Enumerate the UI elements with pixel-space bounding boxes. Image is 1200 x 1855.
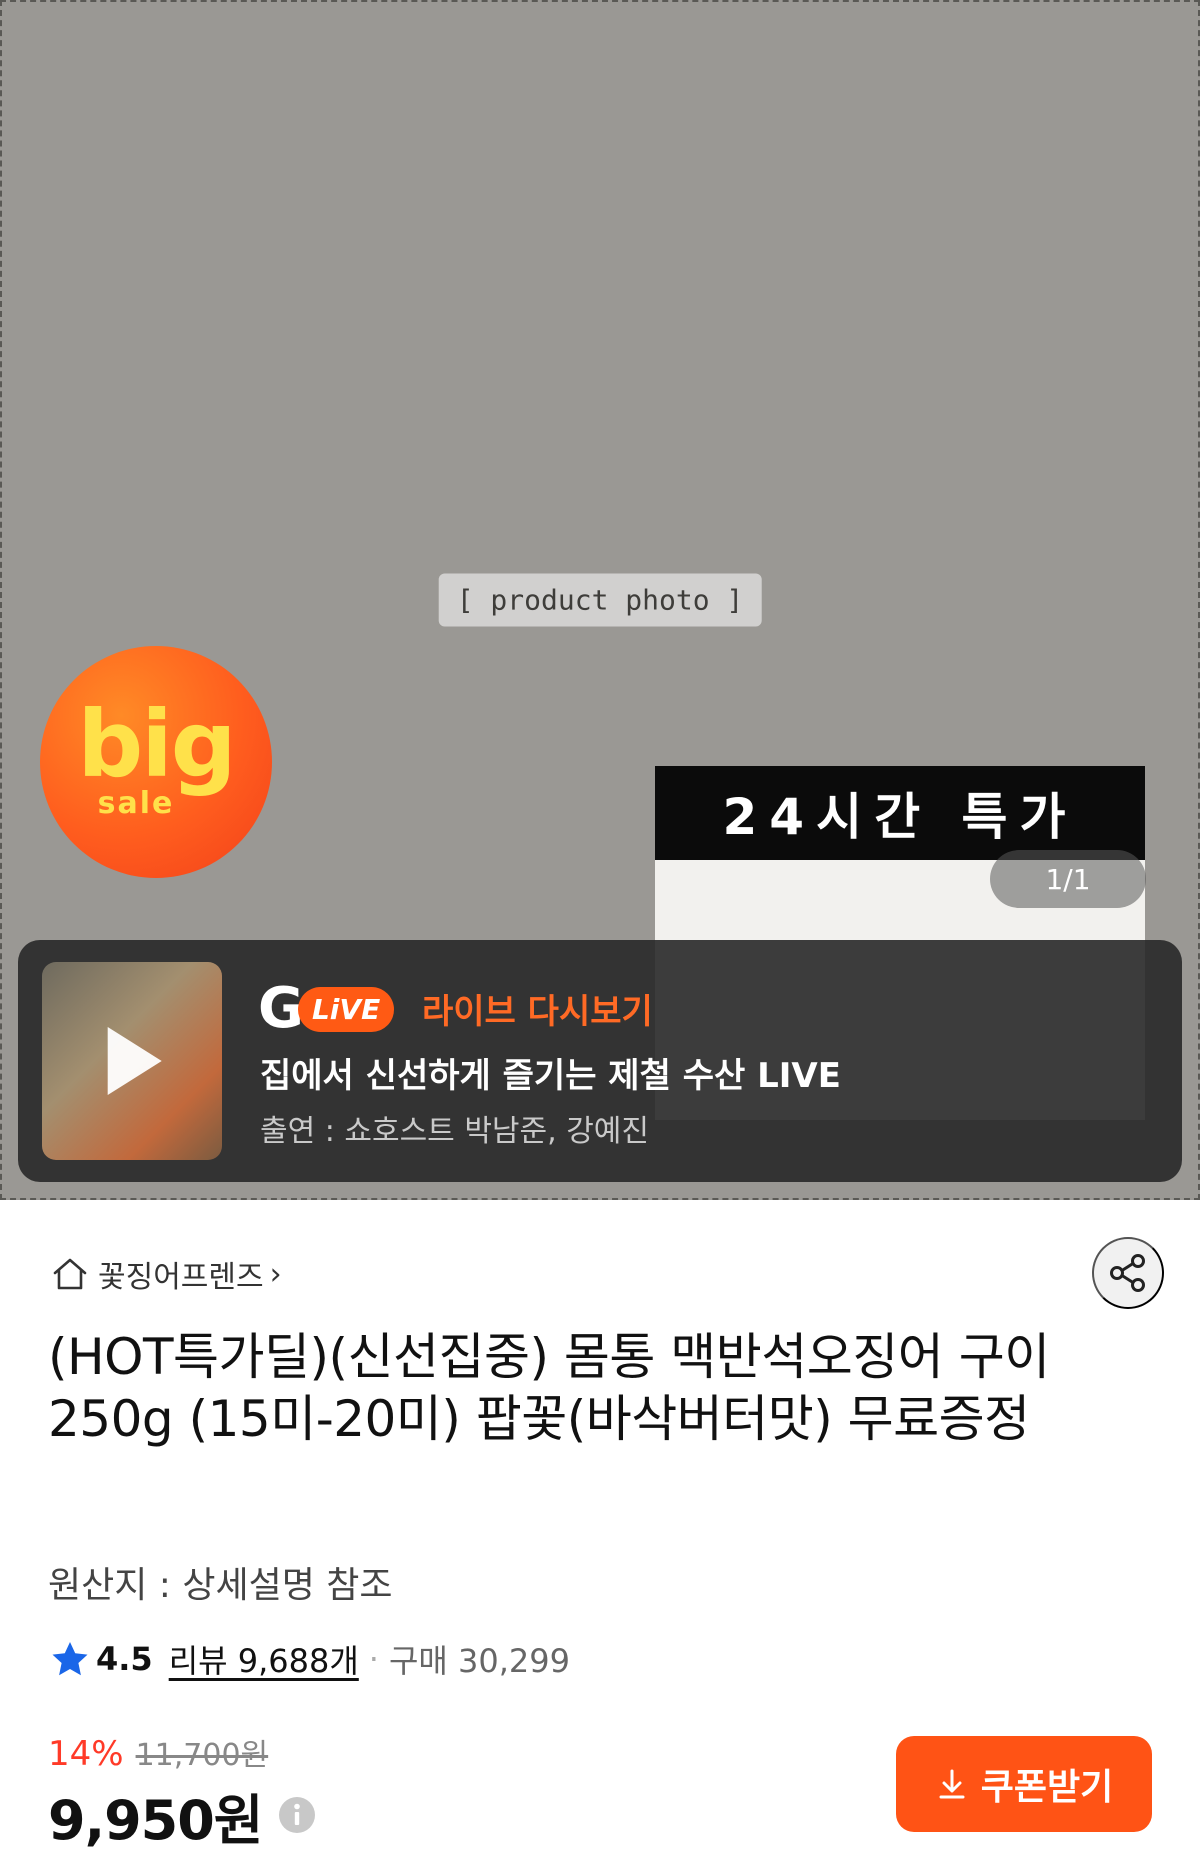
share-button[interactable] — [1092, 1237, 1164, 1309]
chevron-right-icon: › — [269, 1256, 282, 1292]
live-title: 집에서 신선하게 즐기는 제철 수산 LIVE — [260, 1056, 841, 1096]
discount-rate: 14% — [48, 1734, 124, 1774]
rating-row: 4.5 리뷰 9,688개 · 구매 30,299 — [50, 1634, 570, 1684]
big-sale-badge-big: big — [77, 691, 236, 798]
review-count-link[interactable]: 리뷰 9,688개 — [169, 1636, 359, 1682]
product-photo-placeholder: [ product photo ] — [438, 573, 762, 627]
download-icon — [939, 1769, 965, 1799]
live-cast: 출연 : 쇼호스트 박남준, 강예진 — [260, 1114, 649, 1149]
play-icon — [107, 1027, 162, 1095]
coupon-label: 쿠폰받기 — [980, 1766, 1114, 1807]
origin-info: 원산지 : 상세설명 참조 — [48, 1565, 393, 1606]
big-sale-badge: big sale — [40, 646, 272, 878]
image-page-indicator: 1/1 — [990, 850, 1146, 908]
big-sale-badge-sale: sale — [97, 786, 175, 821]
live-replay-card[interactable]: G LiVE 라이브 다시보기 집에서 신선하게 즐기는 제철 수산 LIVE … — [18, 940, 1182, 1182]
star-icon — [52, 1642, 88, 1676]
discount-row: 14% 11,700원 — [48, 1730, 268, 1774]
glive-logo: G LiVE — [258, 980, 395, 1038]
product-title: (HOT특가딜)(신선집중) 몸통 맥반석오징어 구이 250g (15미-20… — [48, 1328, 1050, 1448]
coupon-download-button[interactable]: 쿠폰받기 — [896, 1736, 1152, 1832]
24h-special-banner: 24시간 특가 — [655, 766, 1145, 860]
separator: · — [368, 1640, 379, 1678]
live-thumbnail[interactable] — [42, 962, 222, 1160]
share-icon — [1110, 1254, 1145, 1292]
info-icon[interactable] — [277, 1795, 317, 1835]
original-price: 11,700원 — [135, 1738, 269, 1773]
price-row: 9,950원 — [48, 1782, 317, 1852]
final-price: 9,950원 — [48, 1788, 263, 1852]
glive-logo-live: LiVE — [297, 986, 395, 1032]
rating-score: 4.5 — [96, 1640, 153, 1678]
store-name: 꽃징어프렌즈 — [98, 1260, 264, 1295]
store-link[interactable]: 꽃징어프렌즈 › — [50, 1250, 282, 1298]
purchase-count: 구매 30,299 — [388, 1642, 570, 1680]
home-icon — [53, 1258, 87, 1290]
live-replay-label: 라이브 다시보기 — [422, 992, 653, 1032]
product-image-carousel[interactable]: [ product photo ] big sale 24시간 특가 1/1 G… — [0, 0, 1200, 1200]
